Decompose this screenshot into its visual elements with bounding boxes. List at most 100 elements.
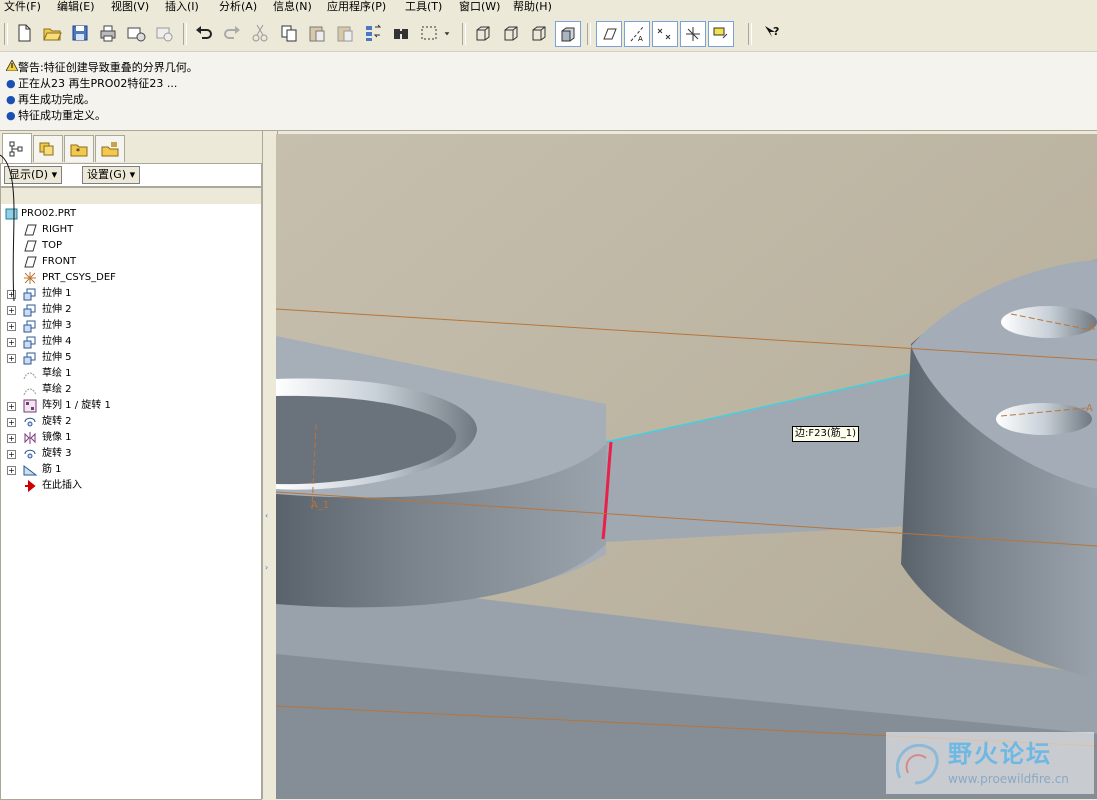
tree-item[interactable]: + 拉伸 4: [1, 334, 259, 350]
tree-item[interactable]: + 旋转 3: [1, 446, 259, 462]
warning-icon: [5, 59, 19, 76]
paste-special-icon[interactable]: [333, 21, 357, 45]
axis-label: A: [1088, 322, 1095, 333]
expand-icon[interactable]: +: [7, 354, 16, 363]
regenerate-icon[interactable]: [361, 21, 385, 45]
context-help-icon[interactable]: ?: [760, 21, 784, 45]
tree-item-label: 筋 1: [42, 464, 62, 475]
menu-tools[interactable]: 工具(T): [405, 0, 442, 16]
message-line: ● 特征成功重定义。: [6, 109, 106, 122]
tree-item[interactable]: + 镜像 1: [1, 430, 259, 446]
tree-item[interactable]: + 阵列 1 / 旋转 1: [1, 398, 259, 414]
settings-dropdown[interactable]: 设置(G) ▾: [82, 166, 141, 184]
coord-sys-icon[interactable]: [680, 21, 706, 47]
menu-help[interactable]: 帮助(H): [513, 0, 552, 16]
cut-icon[interactable]: [248, 21, 272, 45]
favorites-folder-icon: *: [70, 144, 88, 157]
expand-icon[interactable]: +: [7, 450, 16, 459]
undo-icon[interactable]: [192, 21, 216, 45]
hidden-line-icon[interactable]: [499, 21, 523, 45]
expand-icon[interactable]: +: [7, 434, 16, 443]
expand-icon[interactable]: +: [7, 466, 16, 475]
chevron-down-icon: ▾: [129, 168, 136, 181]
expand-icon[interactable]: +: [7, 322, 16, 331]
chevron-down-icon[interactable]: [440, 21, 454, 45]
erase-icon[interactable]: [152, 21, 176, 45]
expand-right-icon[interactable]: ›: [265, 563, 273, 577]
tree-item[interactable]: + 旋转 2: [1, 414, 259, 430]
menu-info[interactable]: 信息(N): [273, 0, 312, 16]
revolve-icon: [24, 417, 36, 427]
tree-item[interactable]: + 拉伸 3: [1, 318, 259, 334]
toolbar-separator: [183, 23, 187, 45]
tree-item-label: 拉伸 4: [42, 336, 72, 347]
annotations-icon[interactable]: [708, 21, 734, 47]
graphics-window[interactable]: A_1 A A: [276, 134, 1097, 799]
connections-icon: [101, 142, 119, 157]
save-icon[interactable]: [68, 21, 92, 45]
extrude-icon: [23, 336, 36, 349]
tree-item[interactable]: TOP: [1, 238, 259, 254]
tree-item[interactable]: 在此插入: [1, 478, 259, 494]
tree-item-label: 旋转 2: [42, 416, 72, 427]
find-icon[interactable]: [389, 21, 413, 45]
redo-icon[interactable]: [220, 21, 244, 45]
expand-icon[interactable]: +: [7, 402, 16, 411]
tree-item[interactable]: + 拉伸 1: [1, 286, 259, 302]
watermark-logo-icon: [895, 743, 939, 785]
shaded-mode-icon[interactable]: [555, 21, 581, 47]
paste-icon[interactable]: [305, 21, 329, 45]
tree-item-label: RIGHT: [42, 224, 74, 235]
cursor-scribble: [0, 154, 15, 302]
axis-label: A_1: [311, 500, 329, 511]
tree-item[interactable]: + 拉伸 2: [1, 302, 259, 318]
datum-points-icon[interactable]: [652, 21, 678, 47]
wireframe-icon[interactable]: [471, 21, 495, 45]
select-box-icon[interactable]: [417, 21, 441, 45]
open-folder-icon[interactable]: [40, 21, 64, 45]
tree-item[interactable]: 草绘 2: [1, 382, 259, 398]
navigator-panel: * 显示(D) ▾ 设置(G) ▾ PRO02.PRT RIGHT TOP FRON…: [0, 131, 262, 800]
insert-here-icon: [25, 479, 36, 493]
send-mail-icon[interactable]: [124, 21, 148, 45]
new-file-icon[interactable]: [12, 21, 36, 45]
menu-file[interactable]: 文件(F): [4, 0, 41, 16]
menu-window[interactable]: 窗口(W): [459, 0, 500, 16]
tree-item-label: 拉伸 1: [42, 288, 72, 299]
toolbar-separator: [462, 23, 466, 45]
menu-insert[interactable]: 插入(I): [165, 0, 199, 16]
layers-tab[interactable]: [33, 135, 63, 162]
menu-applications[interactable]: 应用程序(P): [327, 0, 386, 16]
expand-icon[interactable]: +: [7, 338, 16, 347]
menu-view[interactable]: 视图(V): [111, 0, 149, 16]
tree-item[interactable]: + 拉伸 5: [1, 350, 259, 366]
datum-planes-icon[interactable]: [596, 21, 622, 47]
sketch-icon: [23, 372, 37, 380]
tree-item-label: 旋转 3: [42, 448, 72, 459]
chevron-down-icon: ▾: [51, 168, 58, 181]
expand-icon[interactable]: +: [7, 418, 16, 427]
info-bullet-icon: ●: [6, 77, 16, 90]
no-hidden-icon[interactable]: [527, 21, 551, 45]
info-bullet-icon: ●: [6, 109, 16, 122]
extrude-icon: [23, 352, 36, 365]
extrude-icon: [23, 320, 36, 333]
tree-item[interactable]: FRONT: [1, 254, 259, 270]
tree-item[interactable]: 草绘 1: [1, 366, 259, 382]
toolbar-separator: [748, 23, 752, 45]
copy-icon[interactable]: [277, 21, 301, 45]
connections-tab[interactable]: [95, 135, 125, 162]
right-hole-2: [996, 403, 1092, 435]
menu-edit[interactable]: 编辑(E): [57, 0, 95, 16]
tree-item[interactable]: RIGHT: [1, 222, 259, 238]
tree-item[interactable]: PRT_CSYS_DEF: [1, 270, 259, 286]
menu-analysis[interactable]: 分析(A): [219, 0, 257, 16]
datum-axes-icon[interactable]: A: [624, 21, 650, 47]
collapse-left-icon[interactable]: ‹: [265, 511, 273, 525]
tree-item-label: 草绘 2: [42, 384, 72, 395]
print-icon[interactable]: [96, 21, 120, 45]
rib-icon: [23, 465, 37, 476]
tree-item[interactable]: + 筋 1: [1, 462, 259, 478]
favorites-tab[interactable]: *: [64, 135, 94, 162]
layers-icon: [39, 142, 54, 156]
